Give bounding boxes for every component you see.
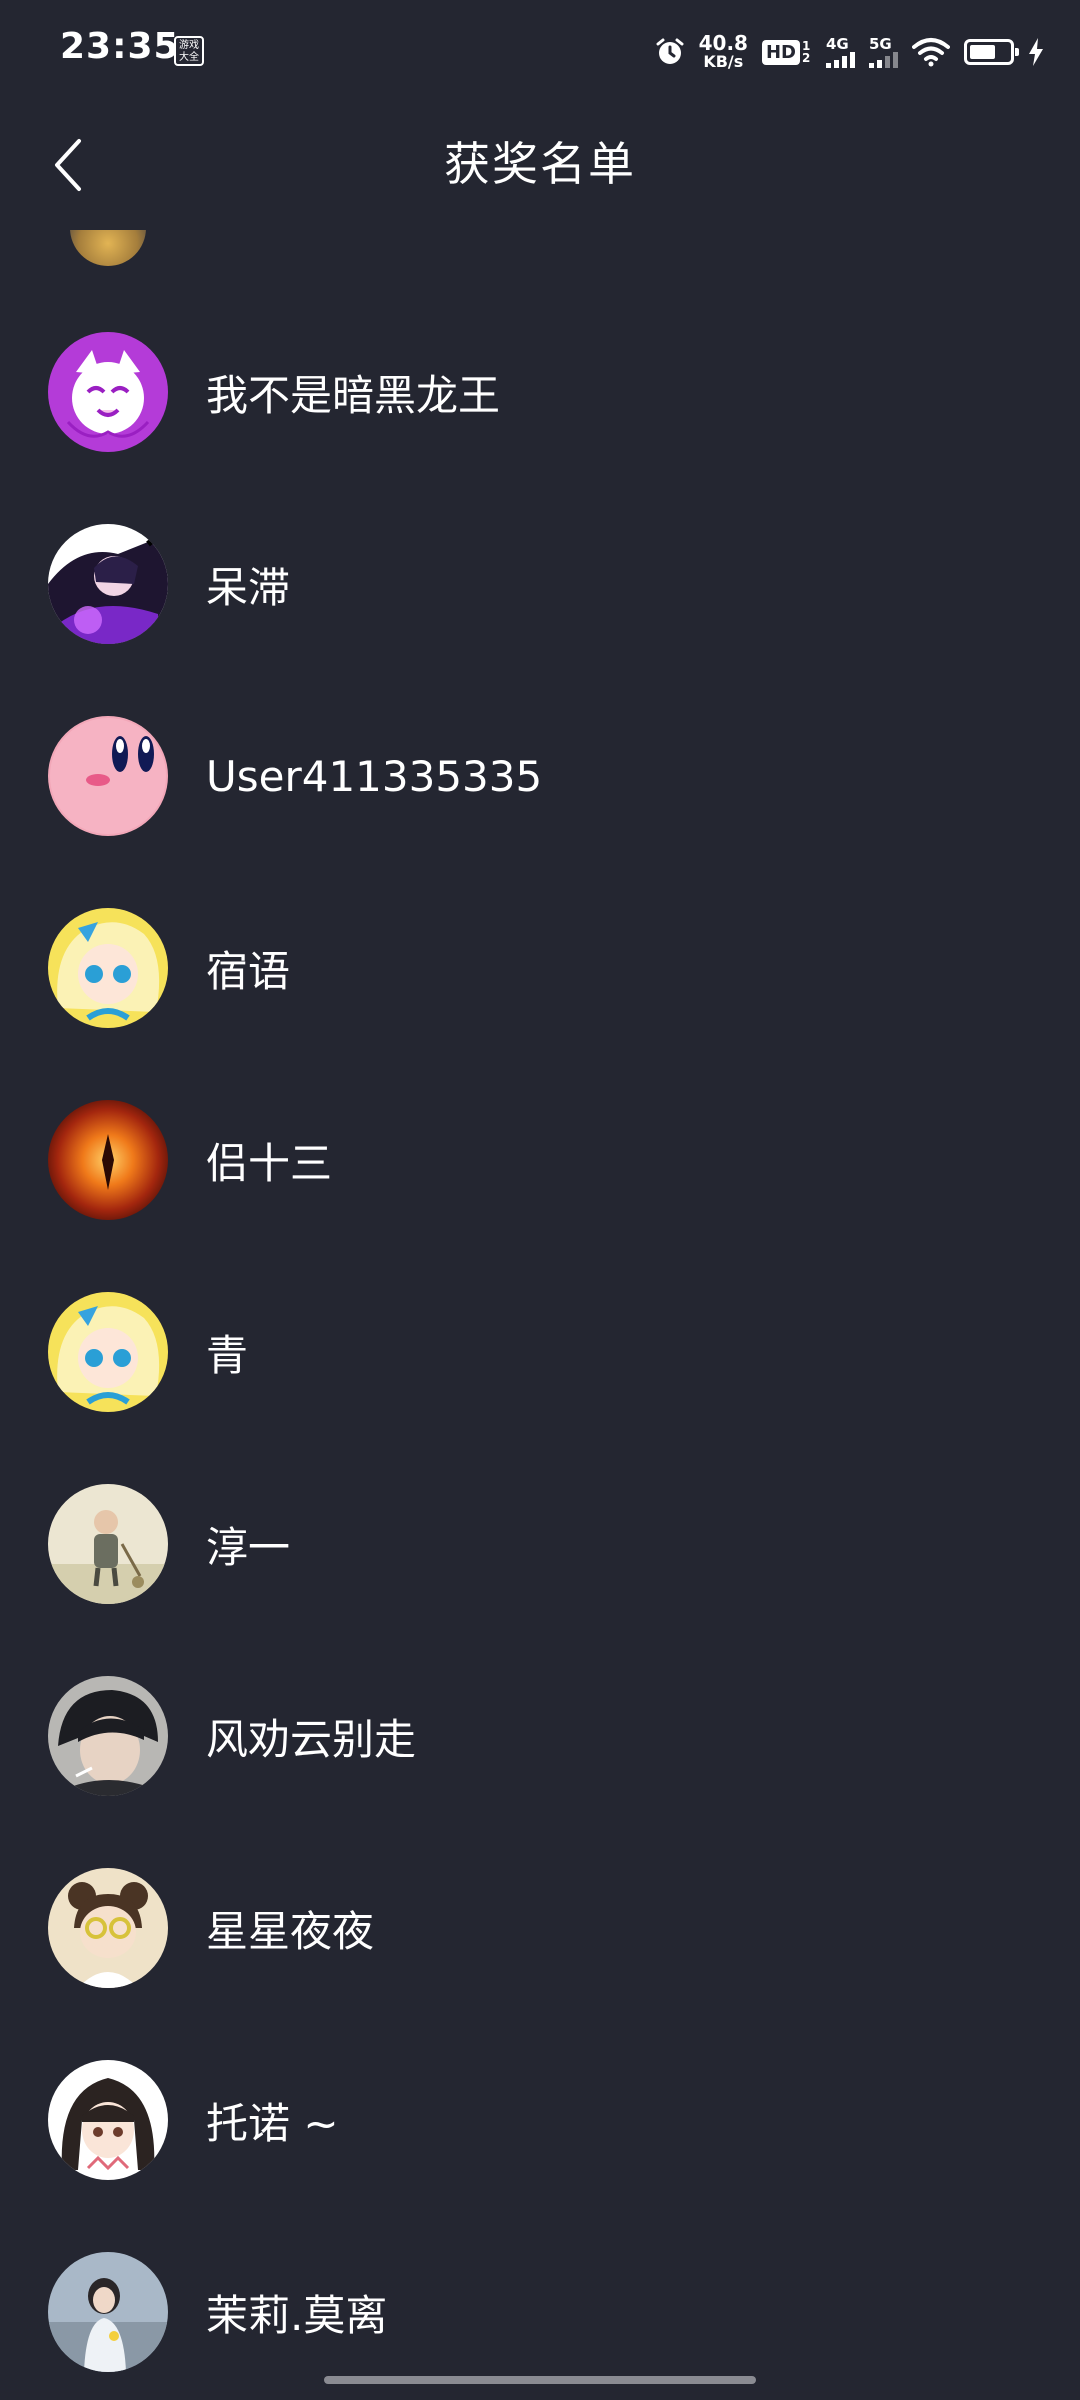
avatar xyxy=(48,716,168,836)
winner-name: 我不是暗黑龙王 xyxy=(206,370,501,420)
sim2-signal-bars xyxy=(869,52,898,68)
battery-icon xyxy=(964,39,1019,65)
sim1-signal-icon: 4G xyxy=(826,36,855,68)
network-speed: 40.8 KB/s xyxy=(699,33,748,71)
blonde-anime-girl-avatar-icon xyxy=(48,908,168,1028)
avatar xyxy=(48,2060,168,2180)
avatar xyxy=(48,1484,168,1604)
winner-name: User411335335 xyxy=(206,751,543,801)
blonde-anime-girl-avatar-icon xyxy=(48,1292,168,1412)
list-item[interactable]: 青 xyxy=(0,1256,1080,1448)
winner-name: 风劝云别走 xyxy=(206,1714,417,1764)
winner-name: 侣十三 xyxy=(206,1138,333,1188)
status-icons: 40.8 KB/s HD 1 2 4G 5G xyxy=(655,30,1044,74)
sim1-signal-bars xyxy=(826,52,855,68)
list-item[interactable]: 我不是暗黑龙王 xyxy=(0,296,1080,488)
old-man-drawing-avatar-icon xyxy=(48,1484,168,1604)
sim2-network-type: 5G xyxy=(869,35,892,53)
wifi-icon xyxy=(912,38,950,67)
network-speed-value: 40.8 xyxy=(698,31,748,55)
avatar xyxy=(48,1100,168,1220)
winner-name: 茉莉.莫离 xyxy=(206,2290,388,2340)
charging-icon xyxy=(1029,38,1043,66)
winner-name: 宿语 xyxy=(206,946,291,996)
title-bar: 获奖名单 xyxy=(0,100,1080,230)
avatar xyxy=(48,908,168,1028)
network-speed-unit: KB/s xyxy=(703,52,744,71)
winner-name: 淳一 xyxy=(206,1522,291,1572)
sim1-network-type: 4G xyxy=(826,35,849,53)
avatar xyxy=(48,1676,168,1796)
winners-list[interactable]: 我不是暗黑龙王 呆滞 User411335335 宿语 侣十三 青 淳一 风劝云… xyxy=(0,230,1080,2400)
purple-anime-avatar-icon xyxy=(48,332,168,452)
dark-anime-girl-avatar-icon xyxy=(48,524,168,644)
alarm-icon xyxy=(656,38,684,64)
winner-name: 星星夜夜 xyxy=(206,1906,375,1956)
dark-hair-boy-avatar-icon xyxy=(48,1676,168,1796)
winner-name: 托诺 ~ xyxy=(206,2098,339,2148)
anime-girl-hoodie-avatar-icon xyxy=(48,2060,168,2180)
list-item[interactable]: 侣十三 xyxy=(0,1064,1080,1256)
avatar xyxy=(48,1868,168,1988)
status-bar: 23:35 游戏大全 40.8 KB/s HD 1 2 4G 5G xyxy=(0,0,1080,100)
partial-avatar xyxy=(70,230,146,266)
avatar xyxy=(48,2252,168,2372)
avatar xyxy=(48,524,168,644)
pink-kirby-avatar-icon xyxy=(48,716,168,836)
status-time: 23:35 xyxy=(60,26,180,67)
list-item[interactable]: 风劝云别走 xyxy=(0,1640,1080,1832)
game-center-icon: 游戏大全 xyxy=(174,36,204,66)
winner-name: 青 xyxy=(206,1330,249,1380)
list-item[interactable]: 淳一 xyxy=(0,1448,1080,1640)
list-item[interactable]: 茉莉.莫离 xyxy=(0,2216,1080,2400)
avatar xyxy=(48,1292,168,1412)
girl-photo-avatar-icon xyxy=(48,2252,168,2372)
list-item[interactable]: 宿语 xyxy=(0,872,1080,1064)
list-item[interactable]: 托诺 ~ xyxy=(0,2024,1080,2216)
list-item[interactable]: 呆滞 xyxy=(0,488,1080,680)
battery-level xyxy=(970,45,995,59)
list-item[interactable]: 星星夜夜 xyxy=(0,1832,1080,2024)
avatar xyxy=(48,332,168,452)
list-item[interactable]: User411335335 xyxy=(0,680,1080,872)
fire-explosion-avatar-icon xyxy=(48,1100,168,1220)
hd-voice-icon: HD xyxy=(761,39,800,65)
winner-name: 呆滞 xyxy=(206,562,291,612)
girl-glasses-avatar-icon xyxy=(48,1868,168,1988)
page-title: 获奖名单 xyxy=(444,137,636,191)
home-indicator[interactable] xyxy=(324,2376,756,2384)
hd-sim-index: 1 2 xyxy=(802,39,811,65)
sim2-signal-icon: 5G xyxy=(869,36,898,68)
